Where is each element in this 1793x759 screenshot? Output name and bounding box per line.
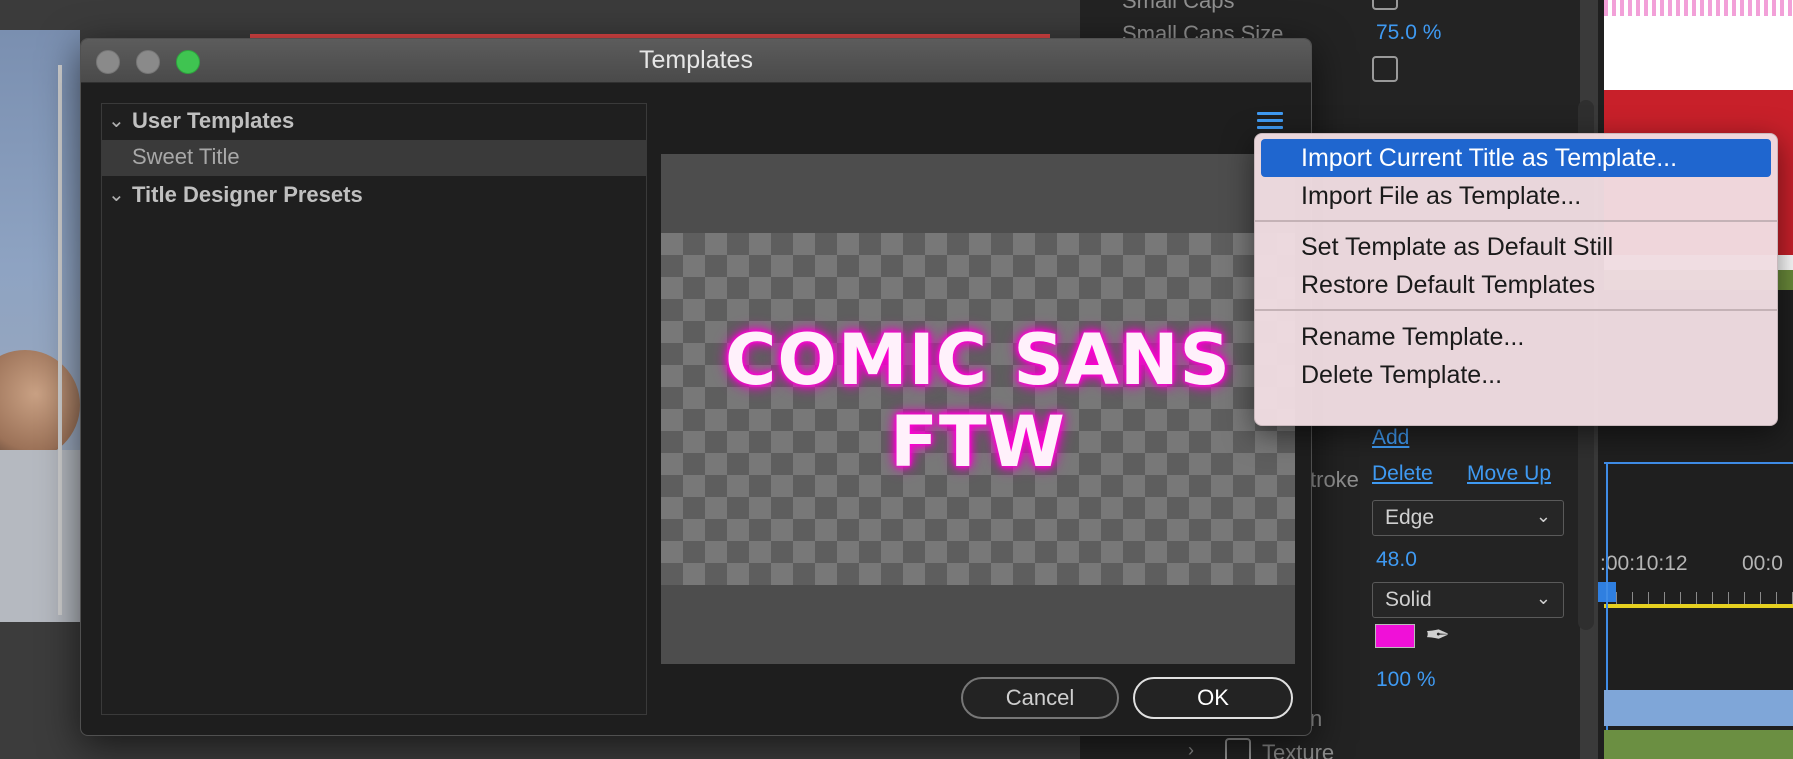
small-caps-label: Small Caps [1122, 0, 1235, 13]
texture-checkbox[interactable] [1225, 738, 1251, 759]
menu-item-rename-template[interactable]: Rename Template... [1261, 318, 1771, 356]
preview-title-text: COMIC SANS FTW [661, 319, 1295, 483]
move-up-stroke-link[interactable]: Move Up [1467, 462, 1551, 486]
menu-item-import-file[interactable]: Import File as Template... [1261, 177, 1771, 215]
chevron-down-icon[interactable]: ⌄ [108, 182, 125, 207]
tree-group-label: User Templates [132, 108, 295, 133]
timeline-clip-blue[interactable] [1604, 690, 1793, 726]
video-person-shirt [0, 450, 80, 622]
video-preview-left [0, 30, 80, 622]
timeline-divider [1604, 462, 1793, 464]
dialog-titlebar[interactable]: Templates [81, 39, 1311, 83]
template-tree: ⌄ User Templates Sweet Title ⌄ Title Des… [101, 103, 647, 715]
stroke-label: troke [1310, 467, 1359, 492]
option-checkbox[interactable] [1372, 56, 1398, 82]
texture-label: Texture [1262, 740, 1335, 759]
menu-separator [1255, 220, 1777, 222]
timeline-timecode: :00:10:12 [1600, 552, 1688, 575]
tree-item-sweet-title[interactable]: Sweet Title [102, 140, 646, 176]
top-strip [0, 0, 1080, 30]
tree-group-user-templates[interactable]: ⌄ User Templates [102, 104, 646, 140]
chevron-down-icon: ⌄ [1535, 588, 1551, 608]
video-person-face [0, 350, 80, 460]
preview-title-line-2: FTW [890, 401, 1066, 483]
tree-group-label: Title Designer Presets [132, 182, 363, 207]
opacity-value[interactable]: 100 % [1376, 668, 1436, 692]
tree-group-title-designer-presets[interactable]: ⌄ Title Designer Presets [102, 178, 646, 214]
menu-item-delete-template[interactable]: Delete Template... [1261, 356, 1771, 394]
fill-type-value: Solid [1385, 588, 1432, 611]
timeline-timecode-next: 00:0 [1742, 552, 1783, 575]
tree-item-label: Sweet Title [132, 144, 240, 169]
fill-type-select[interactable]: Solid ⌄ [1372, 582, 1564, 618]
texture-chevron-icon[interactable]: › [1188, 740, 1194, 759]
menu-icon-bar [1257, 119, 1283, 122]
stroke-type-select[interactable]: Edge ⌄ [1372, 500, 1564, 536]
stroke-color-swatch[interactable] [1375, 624, 1415, 648]
menu-separator [1255, 309, 1777, 311]
cancel-button[interactable]: Cancel [961, 677, 1119, 719]
delete-stroke-link[interactable]: Delete [1372, 462, 1433, 486]
timeline-clip-green[interactable] [1604, 730, 1793, 759]
templates-context-menu: Import Current Title as Template... Impo… [1254, 133, 1778, 426]
hamburger-menu-icon[interactable] [1257, 112, 1283, 134]
template-preview: COMIC SANS FTW [661, 154, 1295, 664]
small-caps-checkbox[interactable] [1372, 0, 1398, 10]
preview-title-line-1: COMIC SANS [725, 319, 1231, 401]
menu-item-restore-defaults[interactable]: Restore Default Templates [1261, 266, 1771, 304]
video-frame-edge [58, 65, 62, 615]
stroke-type-value: Edge [1385, 506, 1435, 529]
add-stroke-link[interactable]: Add [1372, 426, 1409, 450]
eyedropper-icon[interactable]: ✒ [1425, 618, 1450, 653]
timeline-ruler-ticks [1616, 592, 1793, 604]
menu-item-import-current-title[interactable]: Import Current Title as Template... [1261, 139, 1771, 177]
chevron-down-icon: ⌄ [1535, 506, 1551, 526]
menu-item-set-default-still[interactable]: Set Template as Default Still [1261, 228, 1771, 266]
chevron-down-icon[interactable]: ⌄ [108, 108, 125, 133]
templates-dialog: Templates ⌄ User Templates Sweet Title ⌄… [80, 38, 1312, 736]
dialog-title: Templates [639, 46, 753, 74]
menu-icon-bar [1257, 112, 1283, 115]
stroke-size-value[interactable]: 48.0 [1376, 548, 1417, 572]
work-area-bar[interactable] [1604, 604, 1793, 608]
small-caps-size-value[interactable]: 75.0 % [1376, 21, 1441, 45]
thumb-pink-bar [1604, 0, 1793, 16]
menu-icon-bar [1257, 126, 1283, 129]
ok-button[interactable]: OK [1133, 677, 1293, 719]
